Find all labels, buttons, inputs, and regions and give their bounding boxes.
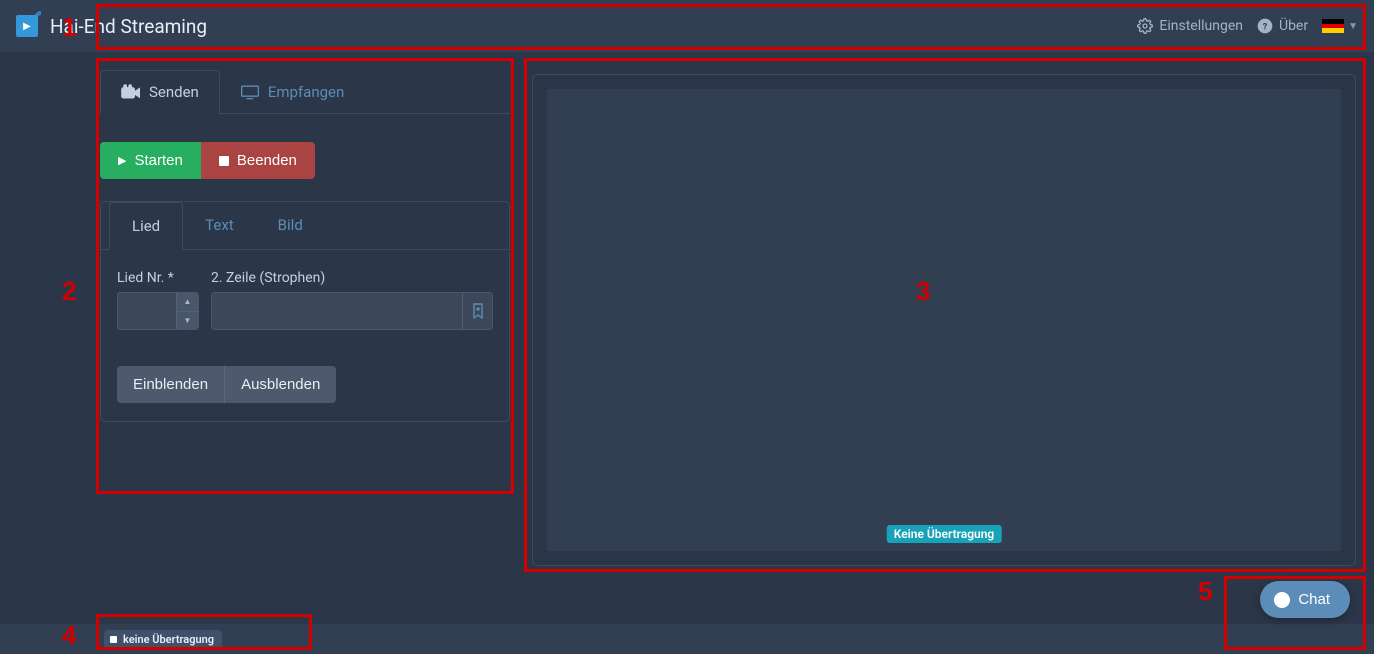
preview-canvas: Keine Übertragung — [547, 89, 1341, 551]
tab-receive-label: Empfangen — [268, 83, 344, 101]
content-tabs: Lied Text Bild — [101, 202, 509, 250]
preview-frame: Keine Übertragung — [532, 74, 1356, 566]
header-left: Hai-End Streaming — [16, 15, 207, 38]
fade-buttons: Einblenden Ausblenden — [117, 366, 336, 403]
chat-label: Chat — [1298, 591, 1330, 608]
about-link[interactable]: ? Über — [1257, 18, 1308, 34]
app-header: Hai-End Streaming Einstellungen ? Über ▼ — [0, 0, 1374, 52]
stop-icon — [219, 156, 229, 166]
tab-receive[interactable]: Empfangen — [220, 70, 364, 113]
status-chip: keine Übertragung — [104, 630, 222, 649]
annotation-label-2: 2 — [62, 276, 76, 307]
flag-germany-icon — [1322, 19, 1344, 33]
line2-col: 2. Zeile (Strophen) — [211, 270, 493, 330]
settings-link[interactable]: Einstellungen — [1137, 18, 1243, 34]
bookmark-plus-icon — [471, 303, 485, 319]
song-nr-col: Lied Nr. * ▲ ▼ — [117, 270, 199, 330]
chat-icon — [1274, 592, 1290, 608]
header-right: Einstellungen ? Über ▼ — [1137, 18, 1358, 34]
annotation-label-5: 5 — [1198, 576, 1212, 607]
spin-down[interactable]: ▼ — [177, 312, 198, 330]
play-icon: ▶ — [118, 154, 126, 167]
status-dot-icon — [110, 636, 117, 643]
preview-panel: Keine Übertragung — [510, 60, 1374, 624]
no-transmission-badge: Keine Übertragung — [887, 525, 1002, 543]
status-bar: keine Übertragung — [0, 624, 1374, 654]
annotation-label-3: 3 — [916, 276, 930, 307]
tab-text[interactable]: Text — [183, 202, 256, 249]
status-text: keine Übertragung — [123, 633, 214, 646]
settings-label: Einstellungen — [1159, 18, 1243, 34]
tab-send-label: Senden — [149, 83, 199, 101]
language-selector[interactable]: ▼ — [1322, 19, 1358, 33]
monitor-icon — [240, 84, 260, 100]
bookmark-add-button[interactable] — [462, 293, 492, 329]
line2-label: 2. Zeile (Strophen) — [211, 270, 493, 286]
annotation-label-1: 1 — [62, 12, 76, 43]
content-card: Lied Text Bild Lied Nr. * ▲ ▼ — [100, 201, 510, 422]
stop-label: Beenden — [237, 152, 297, 169]
song-nr-input-wrap: ▲ ▼ — [117, 292, 199, 330]
control-panel: Senden Empfangen ▶ Starten — [100, 60, 510, 624]
stream-buttons: ▶ Starten Beenden — [100, 142, 510, 179]
fade-in-button[interactable]: Einblenden — [117, 366, 224, 403]
chat-button[interactable]: Chat — [1260, 581, 1350, 618]
main-area: Senden Empfangen ▶ Starten — [0, 52, 1374, 624]
controls-area: ▶ Starten Beenden Lied Text Bild Lied Nr… — [100, 114, 510, 422]
question-icon: ? — [1257, 18, 1273, 34]
app-logo-icon — [16, 15, 38, 37]
chevron-down-icon: ▼ — [1348, 21, 1358, 32]
fade-out-button[interactable]: Ausblenden — [224, 366, 336, 403]
about-label: Über — [1279, 18, 1308, 34]
tab-image[interactable]: Bild — [256, 202, 325, 249]
tab-send[interactable]: Senden — [100, 70, 220, 114]
line2-input-wrap — [211, 292, 493, 330]
song-nr-input[interactable] — [118, 293, 176, 329]
svg-text:?: ? — [1263, 21, 1268, 32]
song-nr-label: Lied Nr. * — [117, 270, 199, 286]
stop-button[interactable]: Beenden — [201, 142, 315, 179]
song-nr-spinner: ▲ ▼ — [176, 293, 198, 329]
broadcast-waves-icon — [32, 9, 44, 21]
camera-icon — [121, 84, 141, 100]
line2-input[interactable] — [212, 293, 462, 329]
mode-tabs: Senden Empfangen — [100, 70, 510, 114]
start-button[interactable]: ▶ Starten — [100, 142, 201, 179]
annotation-label-4: 4 — [62, 620, 76, 651]
spin-up[interactable]: ▲ — [177, 293, 198, 312]
song-form: Lied Nr. * ▲ ▼ 2. Zeile (Strophen) — [117, 270, 493, 330]
gear-icon — [1137, 18, 1153, 34]
start-label: Starten — [134, 152, 182, 169]
tab-song[interactable]: Lied — [109, 202, 183, 250]
